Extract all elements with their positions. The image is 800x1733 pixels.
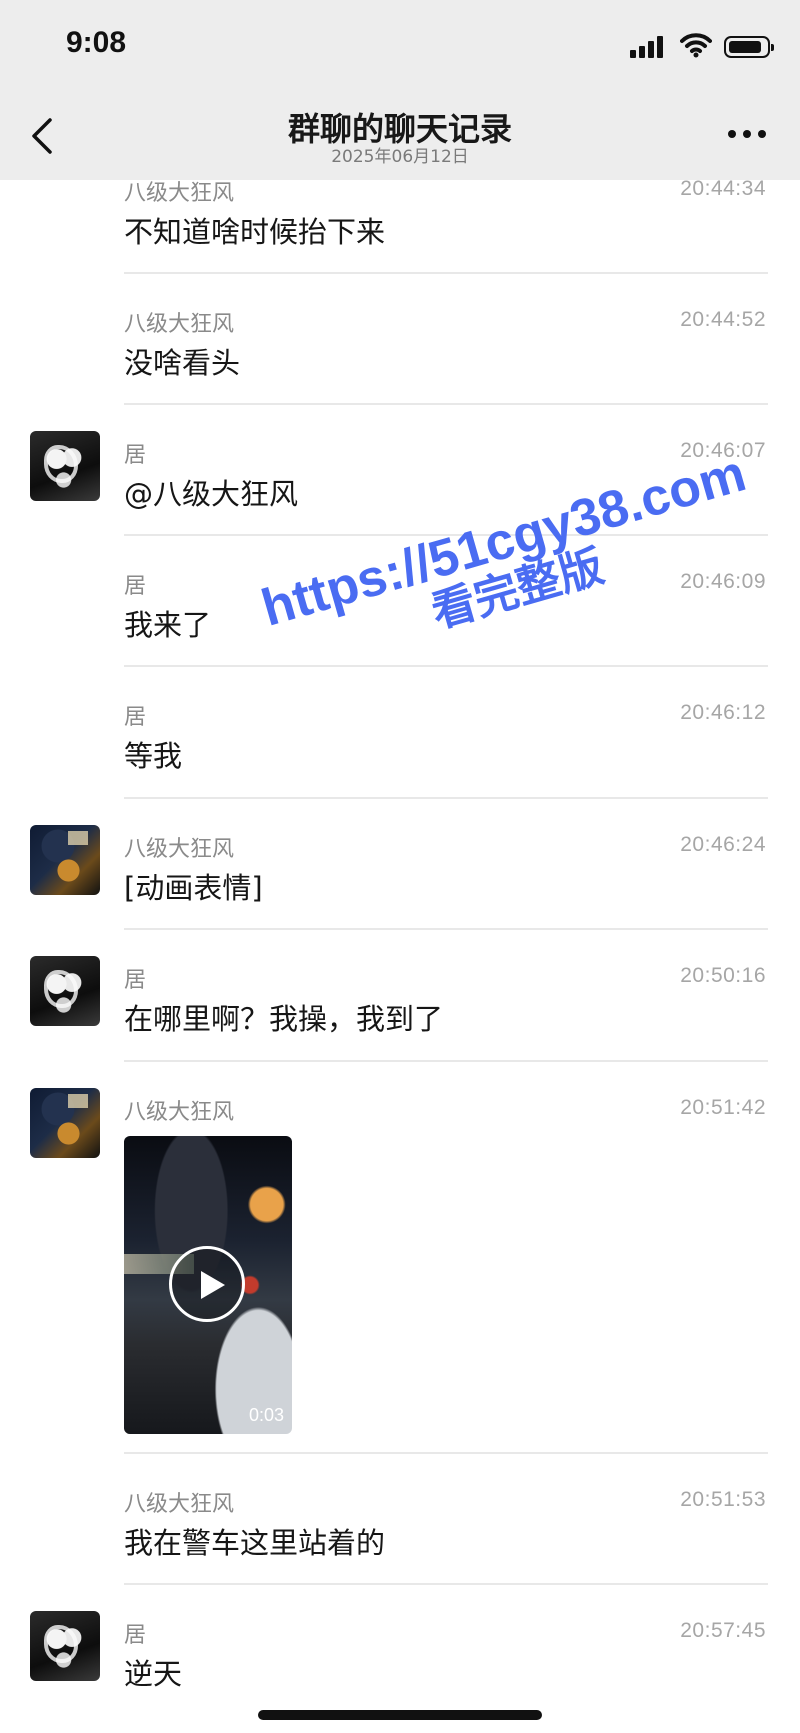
list-item[interactable]: 八级大狂风 20:51:53 我在警车这里站着的	[0, 1480, 800, 1611]
more-horizontal-icon	[728, 130, 736, 138]
message-list[interactable]: 八级大狂风 20:44:34 不知道啥时候抬下来 八级大狂风 20:44:52 …	[0, 180, 800, 1733]
page-subtitle: 2025年06月12日	[331, 147, 469, 167]
avatar[interactable]	[30, 956, 100, 1026]
avatar[interactable]	[30, 1611, 100, 1681]
list-item[interactable]: 八级大狂风 20:46:24 [动画表情]	[0, 825, 800, 956]
message-time: 20:57:45	[680, 1619, 766, 1642]
sender-name: 居	[124, 1623, 147, 1648]
list-item[interactable]: 居 20:46:07 @八级大狂风	[0, 431, 800, 562]
message-text: 在哪里啊？我操，我到了	[124, 1002, 444, 1036]
divider	[124, 403, 768, 405]
message-time: 20:44:52	[680, 308, 766, 331]
list-item[interactable]: 八级大狂风 20:44:52 没啥看头	[0, 300, 800, 431]
sender-name: 八级大狂风	[124, 1492, 235, 1517]
play-icon[interactable]	[169, 1246, 245, 1322]
list-item[interactable]: 八级大狂风 20:44:34 不知道啥时候抬下来	[0, 180, 800, 300]
message-text: 没啥看头	[124, 346, 241, 380]
home-indicator[interactable]	[258, 1710, 542, 1720]
message-time: 20:46:12	[680, 701, 766, 724]
status-icons	[630, 33, 774, 62]
sender-name: 八级大狂风	[124, 837, 235, 862]
avatar[interactable]	[30, 431, 100, 501]
video-thumbnail[interactable]: 0:03	[124, 1136, 292, 1434]
sender-name: 八级大狂风	[124, 181, 235, 206]
message-text: 我在警车这里站着的	[124, 1526, 386, 1560]
status-time: 9:08	[66, 26, 127, 59]
video-duration: 0:03	[248, 1405, 284, 1425]
sender-name: 八级大狂风	[124, 312, 235, 337]
list-item[interactable]: 八级大狂风 20:51:42 0:03	[0, 1088, 800, 1480]
message-time: 20:44:34	[680, 180, 766, 200]
divider	[124, 797, 768, 799]
avatar[interactable]	[30, 825, 100, 895]
top-bar: 9:08 群聊的聊天记录 2025年06月12日	[0, 0, 800, 180]
list-item[interactable]: 居 20:50:16 在哪里啊？我操，我到了	[0, 956, 800, 1087]
more-button[interactable]	[728, 130, 766, 140]
message-time: 20:46:24	[680, 833, 766, 856]
divider	[124, 665, 768, 667]
message-text: 等我	[124, 739, 183, 773]
sender-name: 八级大狂风	[124, 1100, 235, 1125]
wifi-icon	[680, 33, 712, 58]
divider	[124, 1060, 768, 1062]
message-time: 20:51:42	[680, 1096, 766, 1119]
sender-name: 居	[124, 574, 147, 599]
signal-icon	[630, 34, 666, 58]
message-text: [动画表情]	[124, 871, 263, 905]
list-item[interactable]: 居 20:46:09 我来了	[0, 562, 800, 693]
divider	[124, 272, 768, 274]
message-text: @八级大狂风	[124, 477, 299, 511]
message-time: 20:46:07	[680, 439, 766, 462]
avatar[interactable]	[30, 1088, 100, 1158]
divider	[124, 534, 768, 536]
battery-icon	[724, 36, 774, 58]
message-text: 逆天	[124, 1657, 183, 1691]
message-time: 20:50:16	[680, 964, 766, 987]
message-text: 不知道啥时候抬下来	[124, 215, 386, 249]
message-time: 20:46:09	[680, 570, 766, 593]
divider	[124, 928, 768, 930]
divider	[124, 1452, 768, 1454]
divider	[124, 1583, 768, 1585]
sender-name: 居	[124, 705, 147, 730]
list-item[interactable]: 居 20:46:12 等我	[0, 693, 800, 824]
sender-name: 居	[124, 443, 147, 468]
sender-name: 居	[124, 968, 147, 993]
message-time: 20:51:53	[680, 1488, 766, 1511]
message-text: 我来了	[124, 608, 212, 642]
